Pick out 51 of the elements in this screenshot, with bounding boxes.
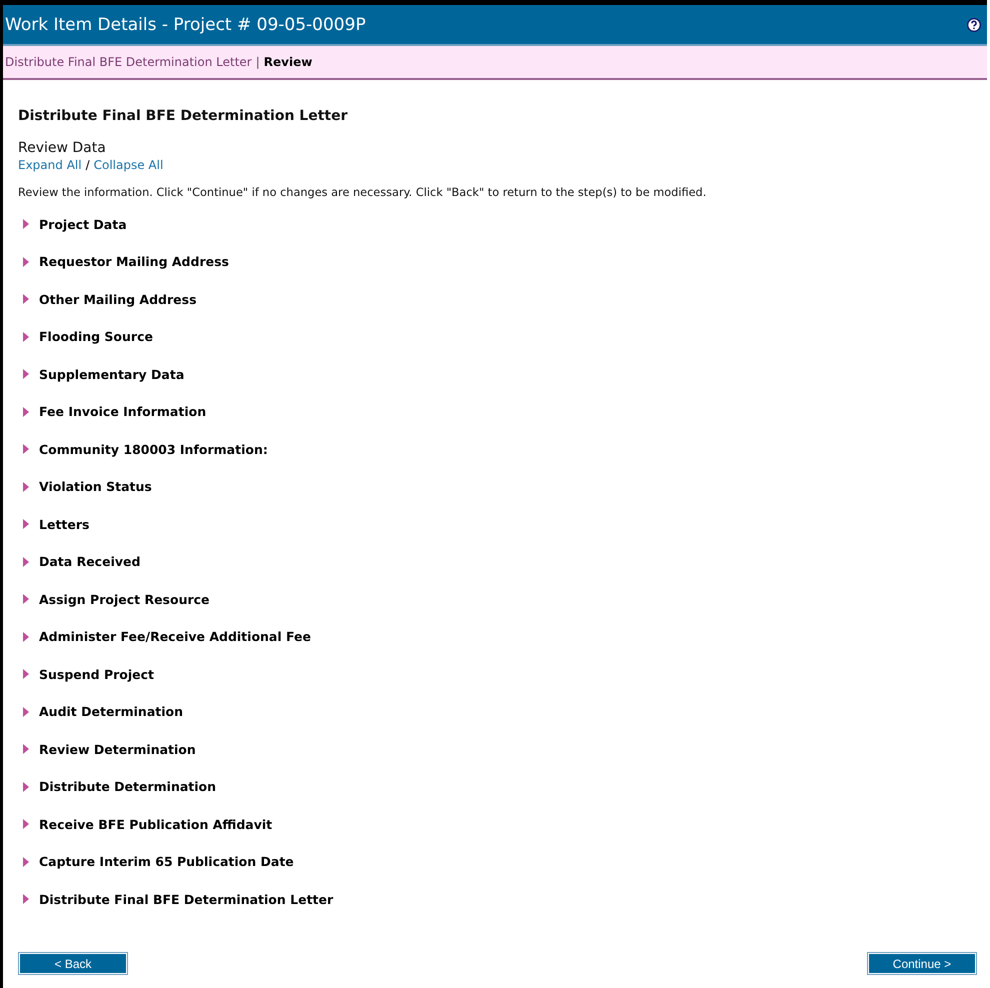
nav-button[interactable]: Continue > xyxy=(868,953,976,974)
caret-right-icon[interactable] xyxy=(22,782,30,792)
section-toggle[interactable]: Requestor Mailing Address xyxy=(39,254,229,269)
caret-right-icon[interactable] xyxy=(22,444,30,454)
section-toggle[interactable]: Review Determination xyxy=(39,742,196,756)
caret-right-icon[interactable] xyxy=(22,369,30,379)
section-toggle[interactable]: Fee Invoice Information xyxy=(39,404,206,419)
section-toggle[interactable]: Suspend Project xyxy=(39,666,154,682)
breadcrumb-separator: | xyxy=(256,55,260,69)
expand-all-link[interactable]: Expand All xyxy=(18,158,82,172)
instructions-text: Review the information. Click "Continue" if no changes are necessary. Click "Back" to return to the step(s) to be modified. xyxy=(18,186,708,199)
section-toggle[interactable]: Flooding Source xyxy=(39,329,153,344)
caret-right-icon[interactable] xyxy=(22,256,30,266)
section-toggle[interactable]: Administer Fee/Receive Additional Fee xyxy=(39,629,311,644)
section-toggle[interactable]: Assign Project Resource xyxy=(39,592,210,606)
help-icon[interactable] xyxy=(967,18,981,32)
breadcrumb-current: Review xyxy=(264,55,312,69)
caret-right-icon[interactable] xyxy=(22,556,30,566)
collapse-all-link[interactable]: Collapse All xyxy=(94,158,164,172)
section-toggle[interactable]: Capture Interim 65 Publication Date xyxy=(39,854,294,869)
caret-right-icon[interactable] xyxy=(22,294,30,304)
section-toggle[interactable]: Receive BFE Publication Affidavit xyxy=(39,816,272,832)
section-toggle[interactable]: Audit Determination xyxy=(39,704,183,719)
caret-right-icon[interactable] xyxy=(22,632,30,642)
window-title: Work Item Details - Project # 09-05-0009P xyxy=(5,14,366,34)
caret-right-icon[interactable] xyxy=(22,894,30,904)
section-toggle[interactable]: Distribute Determination xyxy=(39,779,216,794)
page-heading: Distribute Final BFE Determination Letter xyxy=(18,108,348,124)
caret-right-icon[interactable] xyxy=(22,744,30,754)
caret-right-icon[interactable] xyxy=(22,856,30,866)
section-toggle[interactable]: Other Mailing Address xyxy=(39,292,197,306)
nav-button[interactable]: < Back xyxy=(19,953,127,974)
link-divider: / xyxy=(86,158,90,172)
section-toggle[interactable]: Letters xyxy=(39,516,90,532)
caret-right-icon[interactable] xyxy=(22,594,30,604)
section-toggle[interactable]: Distribute Final BFE Determination Letter xyxy=(39,892,334,906)
caret-right-icon[interactable] xyxy=(22,406,30,416)
caret-right-icon[interactable] xyxy=(22,519,30,529)
caret-right-icon[interactable] xyxy=(22,669,30,679)
section-toggle[interactable]: Violation Status xyxy=(39,479,152,494)
breadcrumb-link[interactable]: Distribute Final BFE Determination Letter xyxy=(5,55,252,69)
section-toggle[interactable]: Supplementary Data xyxy=(39,366,184,382)
caret-right-icon[interactable] xyxy=(22,219,30,229)
section-toggle[interactable]: Project Data xyxy=(39,216,127,232)
caret-right-icon[interactable] xyxy=(22,819,30,829)
caret-right-icon[interactable] xyxy=(22,332,30,342)
caret-right-icon[interactable] xyxy=(22,482,30,492)
section-toggle[interactable]: Data Received xyxy=(39,554,140,569)
section-subheading: Review Data xyxy=(18,140,107,156)
section-toggle[interactable]: Community 180003 Information: xyxy=(39,442,268,456)
caret-right-icon[interactable] xyxy=(22,706,30,716)
